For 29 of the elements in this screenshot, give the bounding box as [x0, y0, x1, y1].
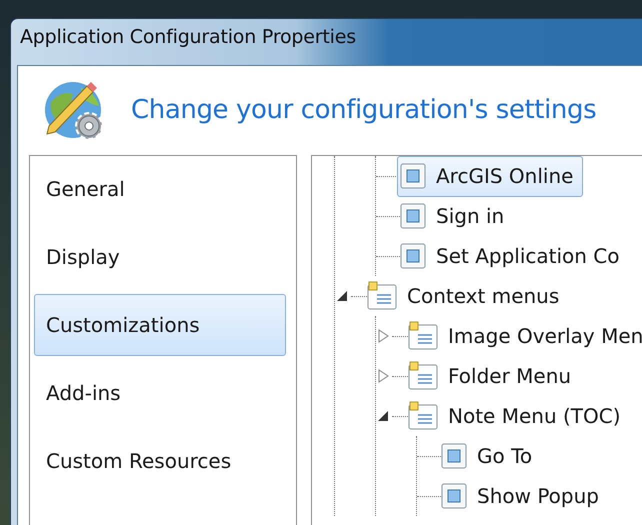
menu-icon [408, 401, 438, 431]
tree-item[interactable]: Go To [470, 438, 540, 474]
expanded-arrow-icon[interactable] [376, 409, 390, 423]
command-icon [400, 163, 426, 189]
category-item[interactable]: Custom Resources [34, 430, 286, 492]
tree-item[interactable]: Context menus [400, 278, 566, 314]
tree-item[interactable]: Sign in [429, 198, 512, 234]
collapsed-arrow-icon[interactable] [376, 329, 390, 343]
collapsed-arrow-icon[interactable] [376, 369, 390, 383]
tree-item[interactable]: Image Overlay Men [441, 318, 642, 354]
tree-item[interactable]: Note Menu (TOC) [441, 398, 628, 434]
expanded-arrow-icon[interactable] [335, 289, 349, 303]
category-item[interactable]: General [34, 158, 286, 220]
tree-item[interactable]: Show Popup [470, 478, 606, 514]
command-icon [441, 443, 467, 469]
category-item[interactable]: Add-ins [34, 362, 286, 424]
menu-icon [408, 361, 438, 391]
category-item[interactable]: Display [34, 226, 286, 288]
command-icon [400, 203, 426, 229]
command-icon [400, 243, 426, 269]
window-title: Application Configuration Properties [20, 26, 356, 48]
menu-icon [367, 281, 397, 311]
tree-item[interactable]: Set Application Co [429, 238, 627, 274]
menu-icon [408, 321, 438, 351]
category-item[interactable]: Customizations [34, 294, 286, 356]
command-icon [441, 483, 467, 509]
tree-item[interactable]: Folder Menu [441, 358, 578, 394]
page-heading: Change your configuration's settings [131, 94, 596, 127]
selected-tree-item[interactable]: ArcGIS Online [397, 156, 584, 196]
